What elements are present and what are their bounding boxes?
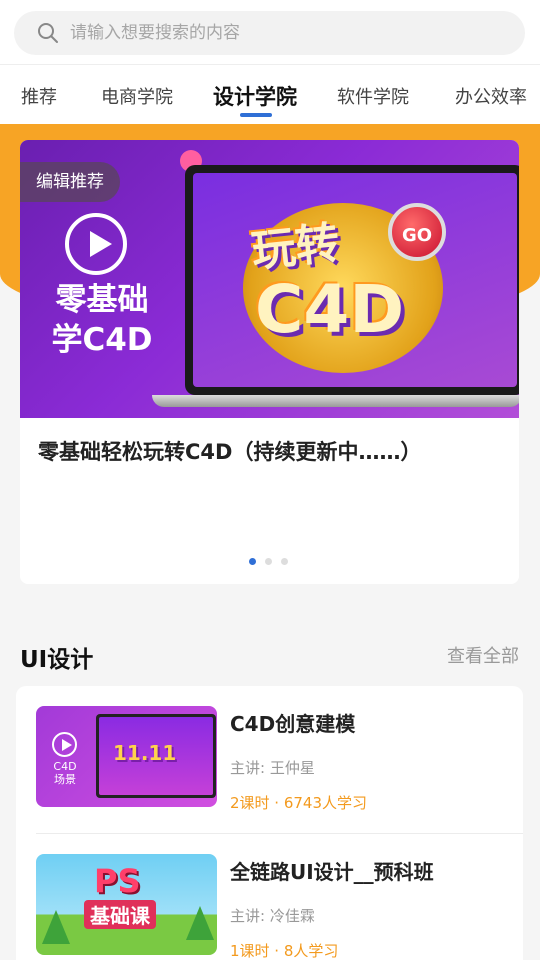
course-thumbnail[interactable]: C4D场景 11.11	[36, 706, 217, 807]
featured-course-card[interactable]: 编辑推荐 零基础学C4D 玩转 C4D GO 零基础轻松玩转C4D（持续更新中……	[20, 140, 519, 584]
pager-dot[interactable]	[265, 558, 272, 565]
search-bar	[0, 0, 540, 64]
search-icon	[38, 23, 58, 43]
course-list: C4D场景 11.11 C4D创意建模 主讲: 王仲星 2课时 · 6743人学…	[16, 686, 523, 960]
course-title[interactable]: C4D创意建模	[230, 708, 355, 737]
tab-recommend[interactable]: 推荐	[21, 83, 57, 109]
course-teacher: 主讲: 王仲星	[230, 759, 315, 777]
laptop-illustration: 11.11	[96, 714, 216, 798]
divider	[36, 833, 523, 834]
course-teacher: 主讲: 冷佳霖	[230, 907, 315, 925]
go-badge: GO	[388, 203, 446, 261]
tree-decoration	[186, 906, 214, 940]
laptop-illustration: 玩转 C4D GO	[185, 165, 519, 395]
featured-banner[interactable]: 编辑推荐 零基础学C4D 玩转 C4D GO	[20, 140, 519, 418]
course-title[interactable]: 全链路UI设计__预科班	[230, 856, 434, 885]
editor-pick-badge: 编辑推荐	[20, 162, 120, 202]
thumbnail-banner-text: PS	[94, 862, 141, 900]
section-title: UI设计	[20, 647, 94, 673]
laptop-screen: 玩转 C4D GO	[193, 173, 517, 387]
carousel-pager	[249, 558, 288, 565]
course-thumbnail[interactable]: PS 基础课	[36, 854, 217, 955]
thumbnail-banner-text: 11.11	[113, 741, 177, 765]
search-box[interactable]	[14, 11, 525, 55]
tab-design[interactable]: 设计学院	[213, 81, 297, 111]
thumbnail-label: 基础课	[84, 900, 156, 929]
laptop-screen: 11.11	[99, 717, 213, 795]
featured-course-title[interactable]: 零基础轻松玩转C4D（持续更新中……）	[38, 436, 421, 466]
tab-office[interactable]: 办公效率	[455, 83, 527, 109]
laptop-base	[152, 395, 519, 407]
play-icon	[52, 732, 77, 757]
course-item[interactable]: PS 基础课 全链路UI设计__预科班 主讲: 冷佳霖 1课时 · 8人学习	[36, 854, 503, 960]
course-meta: 2课时 · 6743人学习	[230, 794, 368, 812]
see-all-link[interactable]: 查看全部	[447, 642, 519, 668]
thumbnail-label: C4D场景	[53, 760, 77, 786]
banner-side-text: 零基础学C4D	[51, 282, 153, 358]
emblem-text-line1: 玩转	[249, 217, 342, 278]
pager-dot[interactable]	[281, 558, 288, 565]
pager-dot-active[interactable]	[249, 558, 256, 565]
course-meta: 1课时 · 8人学习	[230, 942, 339, 960]
search-input[interactable]	[70, 23, 490, 43]
tree-decoration	[42, 910, 70, 944]
tab-software[interactable]: 软件学院	[337, 83, 409, 109]
active-tab-indicator	[240, 113, 272, 117]
course-item[interactable]: C4D场景 11.11 C4D创意建模 主讲: 王仲星 2课时 · 6743人学…	[36, 706, 503, 816]
category-tabs: 推荐 电商学院 设计学院 软件学院 办公效率	[0, 64, 540, 124]
section-header: UI设计 查看全部	[20, 640, 519, 673]
tab-ecommerce[interactable]: 电商学院	[101, 83, 173, 109]
play-icon[interactable]	[65, 213, 127, 275]
emblem-text-line2: C4D	[255, 271, 405, 348]
